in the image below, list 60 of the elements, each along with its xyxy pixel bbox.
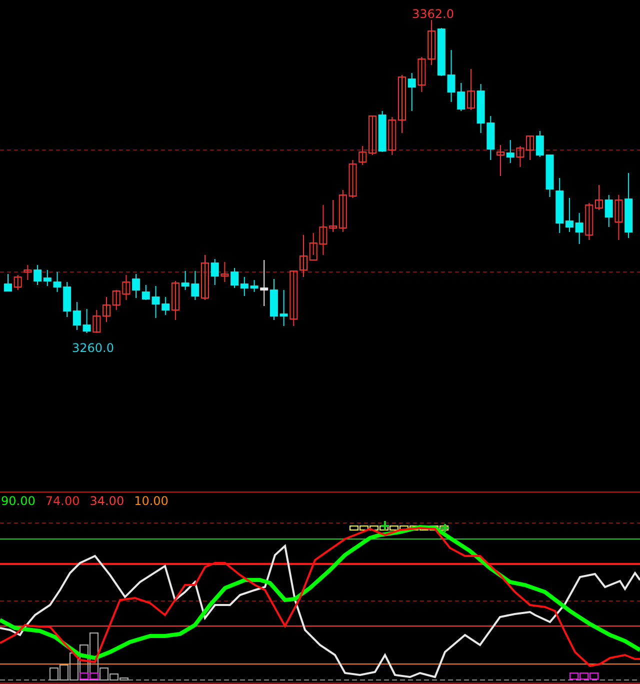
candlestick bbox=[270, 278, 278, 320]
candlestick bbox=[82, 308, 91, 334]
candlestick bbox=[201, 254, 209, 300]
legend-value: 74.00 bbox=[45, 494, 80, 508]
candlestick bbox=[240, 276, 248, 296]
candlestick bbox=[260, 260, 268, 306]
candlestick bbox=[408, 72, 416, 112]
candlestick bbox=[506, 140, 514, 164]
candlestick bbox=[516, 146, 524, 168]
candlestick bbox=[575, 212, 584, 244]
candlestick bbox=[230, 268, 239, 288]
candlestick bbox=[290, 270, 298, 326]
candlestick bbox=[418, 56, 426, 92]
candlestick bbox=[624, 172, 633, 238]
candlestick bbox=[102, 296, 110, 322]
candlestick bbox=[152, 286, 160, 318]
legend-value: 10.00 bbox=[134, 494, 168, 508]
legend-value: 34.00 bbox=[90, 494, 124, 508]
candlestick bbox=[53, 272, 62, 292]
candlestick bbox=[34, 264, 42, 286]
candlestick bbox=[585, 202, 594, 240]
candlestick bbox=[348, 160, 357, 198]
candlestick bbox=[526, 136, 534, 160]
candlestick bbox=[428, 20, 436, 66]
candlestick bbox=[14, 274, 22, 290]
candlestick bbox=[210, 258, 219, 286]
candlestick bbox=[24, 264, 32, 280]
candlestick bbox=[437, 28, 446, 76]
candlestick bbox=[388, 116, 396, 156]
candlestick bbox=[191, 270, 200, 300]
candlestick bbox=[72, 302, 81, 330]
candlestick bbox=[220, 262, 229, 282]
candlestick bbox=[309, 232, 318, 260]
candlestick bbox=[122, 274, 130, 300]
candlestick bbox=[546, 154, 554, 198]
low-price-label: 3260.0 bbox=[72, 341, 114, 355]
candlestick bbox=[398, 74, 406, 134]
candlestick bbox=[604, 194, 613, 228]
candlestick bbox=[536, 130, 544, 158]
high-price-label: 3362.0 bbox=[412, 7, 454, 21]
candlestick bbox=[595, 184, 603, 210]
candlestick bbox=[614, 194, 623, 240]
candlestick bbox=[181, 270, 190, 290]
candlestick bbox=[43, 270, 52, 286]
candlestick bbox=[476, 84, 485, 134]
candlestick bbox=[63, 282, 72, 318]
candlestick bbox=[300, 234, 308, 278]
candlestick bbox=[496, 144, 504, 176]
candlestick bbox=[447, 50, 456, 102]
candlestick bbox=[92, 310, 101, 334]
candlestick bbox=[338, 190, 347, 232]
candlestick bbox=[319, 204, 328, 256]
candlestick bbox=[250, 280, 258, 292]
legend-value: 90.00 bbox=[1, 494, 36, 508]
candlestick bbox=[4, 274, 12, 292]
candlestick bbox=[329, 200, 338, 232]
candlestick bbox=[486, 116, 495, 160]
candlestick bbox=[112, 290, 120, 310]
candlestick bbox=[280, 290, 288, 326]
candlestick bbox=[378, 110, 386, 152]
